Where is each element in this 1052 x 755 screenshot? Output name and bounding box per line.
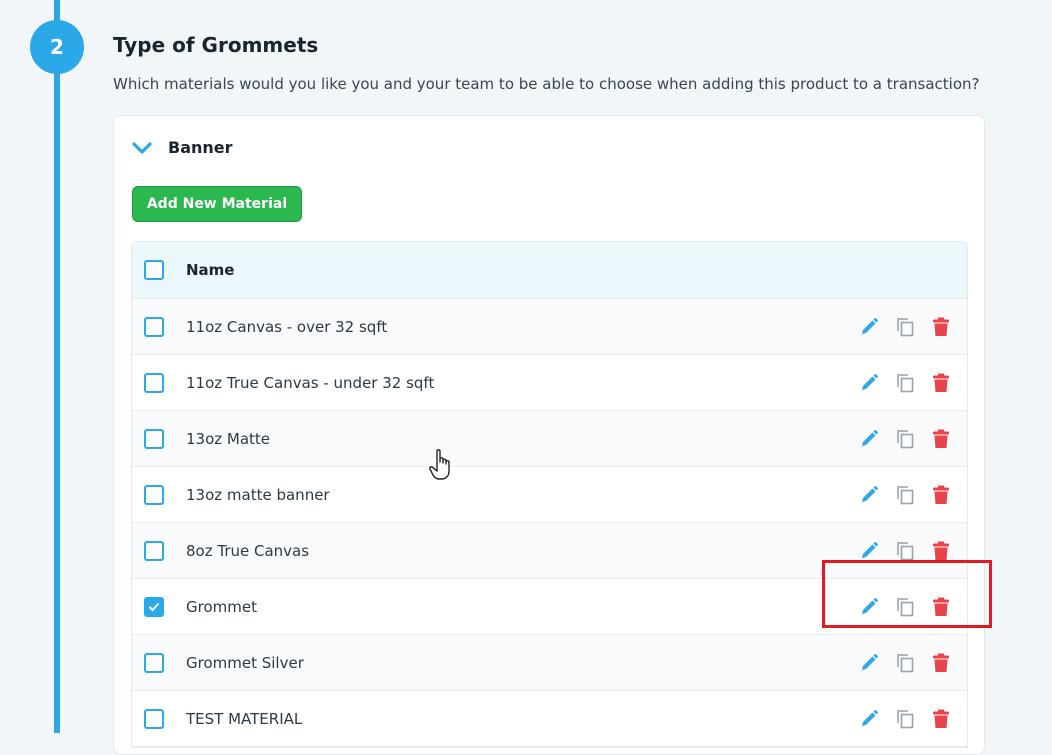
row-actions	[851, 691, 959, 746]
row-checkbox[interactable]	[144, 372, 164, 393]
row-checkbox[interactable]	[144, 596, 164, 617]
row-checkbox[interactable]	[144, 428, 164, 449]
pencil-icon[interactable]	[851, 483, 887, 507]
annotation-highlight-box	[822, 560, 992, 628]
table-row[interactable]: Grommet Silver	[132, 635, 967, 691]
copy-icon[interactable]	[887, 371, 923, 395]
pencil-icon[interactable]	[851, 315, 887, 339]
group-header[interactable]: Banner	[132, 138, 233, 157]
row-actions	[851, 635, 959, 690]
material-name: 8oz True Canvas	[186, 541, 310, 560]
material-name: Grommet	[186, 597, 257, 616]
pencil-icon[interactable]	[851, 651, 887, 675]
material-name: 11oz Canvas - over 32 sqft	[186, 317, 388, 336]
trash-icon[interactable]	[923, 315, 959, 339]
trash-icon[interactable]	[923, 427, 959, 451]
material-name: 11oz True Canvas - under 32 sqft	[186, 373, 435, 392]
table-row[interactable]: 11oz True Canvas - under 32 sqft	[132, 355, 967, 411]
trash-icon[interactable]	[923, 483, 959, 507]
trash-icon[interactable]	[923, 539, 959, 563]
row-actions	[851, 411, 959, 466]
pencil-icon[interactable]	[851, 371, 887, 395]
add-new-material-button[interactable]: Add New Material	[132, 186, 302, 222]
chevron-down-icon[interactable]	[132, 141, 154, 155]
row-checkbox[interactable]	[144, 652, 164, 673]
pencil-icon[interactable]	[851, 707, 887, 731]
copy-icon[interactable]	[887, 707, 923, 731]
copy-icon[interactable]	[887, 427, 923, 451]
row-checkbox[interactable]	[144, 708, 164, 729]
material-group-card: Banner Add New Material Name 11oz Canvas…	[113, 115, 985, 755]
material-name: 13oz matte banner	[186, 485, 330, 504]
row-actions	[851, 299, 959, 354]
step-rail	[54, 0, 60, 733]
table-body: 11oz Canvas - over 32 sqft 11oz True Canv…	[132, 299, 967, 747]
row-actions	[851, 467, 959, 522]
copy-icon[interactable]	[887, 483, 923, 507]
select-all-checkbox[interactable]	[144, 260, 164, 280]
table-row[interactable]: TEST MATERIAL	[132, 691, 967, 747]
section-title: Type of Grommets	[113, 33, 319, 57]
group-title: Banner	[168, 138, 233, 157]
copy-icon[interactable]	[887, 539, 923, 563]
trash-icon[interactable]	[923, 707, 959, 731]
table-header: Name	[132, 242, 967, 299]
column-header-name: Name	[186, 261, 235, 279]
row-checkbox[interactable]	[144, 316, 164, 337]
pencil-icon[interactable]	[851, 427, 887, 451]
section-subtitle: Which materials would you like you and y…	[113, 75, 980, 93]
row-actions	[851, 355, 959, 410]
material-name: TEST MATERIAL	[186, 709, 303, 728]
hand-pointer-cursor	[429, 449, 450, 480]
step-number-badge: 2	[30, 20, 84, 74]
table-row[interactable]: 11oz Canvas - over 32 sqft	[132, 299, 967, 355]
table-row[interactable]: 13oz Matte	[132, 411, 967, 467]
copy-icon[interactable]	[887, 315, 923, 339]
material-name: Grommet Silver	[186, 653, 304, 672]
pencil-icon[interactable]	[851, 539, 887, 563]
materials-table: Name 11oz Canvas - over 32 sqft 11oz True…	[131, 241, 968, 748]
row-checkbox[interactable]	[144, 540, 164, 561]
table-row[interactable]: 13oz matte banner	[132, 467, 967, 523]
copy-icon[interactable]	[887, 651, 923, 675]
trash-icon[interactable]	[923, 651, 959, 675]
material-name: 13oz Matte	[186, 429, 271, 448]
trash-icon[interactable]	[923, 371, 959, 395]
row-checkbox[interactable]	[144, 484, 164, 505]
